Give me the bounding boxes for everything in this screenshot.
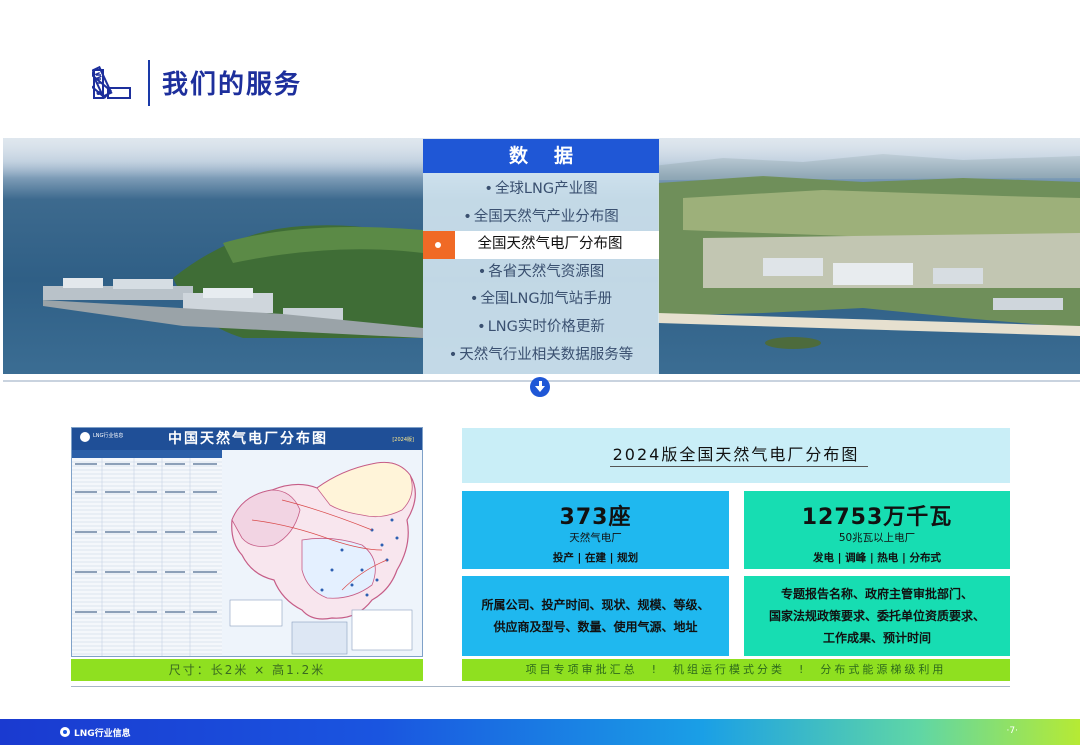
stat-plant-count-label: 天然气电厂 bbox=[569, 532, 622, 544]
lng-logo-icon bbox=[60, 727, 70, 737]
report-attributes-line: 专题报告名称、政府主管审批部门、 bbox=[780, 587, 973, 601]
page-header: 我们的服务 bbox=[0, 0, 1080, 138]
bullet-dot: • bbox=[469, 291, 479, 308]
power-plant-map-thumbnail: 中国天然气电厂分布图 LNG行业信息 [2024版] bbox=[71, 427, 423, 657]
atlas-title: 2024版全国天然气电厂分布图 bbox=[612, 445, 860, 464]
bullet-dot: • bbox=[477, 263, 487, 280]
data-services-panel: 数据 • 全球LNG产业图 • 全国天然气产业分布图 全国天然气电厂分布图 • 各省天… bbox=[423, 139, 659, 374]
atlas-title-box: 2024版全国天然气电厂分布图 bbox=[462, 428, 1010, 483]
bullet-dot: • bbox=[463, 208, 472, 225]
plant-attributes-box: 所属公司、投产时间、现状、规模、等级、 供应商及型号、数量、使用气源、地址 bbox=[462, 576, 729, 656]
data-item-global-lng-map[interactable]: • 全球LNG产业图 bbox=[423, 176, 659, 204]
data-item-label: 全球LNG产业图 bbox=[494, 181, 598, 197]
data-item-gas-data-services[interactable]: • 天然气行业相关数据服务等 bbox=[423, 342, 659, 370]
report-attributes-box: 专题报告名称、政府主管审批部门、 国家法规政策要求、委托单位资质要求、 工作成果… bbox=[744, 576, 1010, 656]
map-size-caption: 尺寸：长2米 × 高1.2米 bbox=[71, 659, 423, 681]
data-item-national-gas-industry-map[interactable]: • 全国天然气产业分布图 bbox=[423, 204, 659, 232]
scroll-down-icon[interactable] bbox=[530, 377, 550, 397]
data-item-label: LNG实时价格更新 bbox=[487, 318, 605, 335]
page-title: 我们的服务 bbox=[162, 70, 303, 100]
data-item-gas-power-plant-map[interactable]: 全国天然气电厂分布图 bbox=[423, 231, 659, 259]
china-map-illustration bbox=[222, 450, 422, 656]
map-year-badge: [2024版] bbox=[392, 437, 414, 443]
data-item-lng-station-handbook[interactable]: • 全国LNG加气站手册 bbox=[423, 286, 659, 314]
table-grid-illustration bbox=[72, 450, 222, 656]
page-footer: LNG行业信息 ·7· bbox=[0, 719, 1080, 745]
footer-rule bbox=[71, 686, 1010, 687]
bullet-dot: • bbox=[448, 346, 458, 363]
stat-plant-count-value: 373座 bbox=[559, 505, 632, 530]
data-item-label: 全国LNG加气站手册 bbox=[480, 291, 613, 308]
data-item-label: 天然气行业相关数据服务等 bbox=[459, 346, 634, 363]
china-map-icon bbox=[222, 450, 422, 656]
header-divider bbox=[148, 60, 150, 106]
stat-capacity-value: 12753万千瓦 bbox=[801, 505, 953, 530]
data-item-label: 全国天然气产业分布图 bbox=[473, 208, 619, 225]
plant-attributes-line: 所属公司、投产时间、现状、规模、等级、 bbox=[481, 598, 710, 612]
stat-capacity-label: 50兆瓦以上电厂 bbox=[838, 532, 916, 544]
data-panel-title: 数据 bbox=[423, 139, 659, 173]
stat-plant-count: 373座 天然气电厂 投产 | 在建 | 规划 bbox=[462, 491, 729, 569]
stat-capacity-tags: 发电 | 调峰 | 热电 | 分布式 bbox=[813, 552, 941, 564]
report-attributes-line: 工作成果、预计时间 bbox=[822, 631, 931, 645]
stat-capacity: 12753万千瓦 50兆瓦以上电厂 发电 | 调峰 | 热电 | 分布式 bbox=[744, 491, 1010, 569]
map-card-title: 中国天然气电厂分布图 bbox=[72, 428, 422, 450]
plant-attributes-line: 供应商及型号、数量、使用气源、地址 bbox=[493, 620, 698, 634]
atlas-title-underline bbox=[610, 466, 868, 467]
bullet-dot: • bbox=[484, 181, 493, 197]
lng-logo-icon bbox=[80, 432, 90, 442]
map-logo-text: LNG行业信息 bbox=[93, 433, 124, 439]
data-item-lng-realtime-price[interactable]: • LNG实时价格更新 bbox=[423, 314, 659, 342]
feature-summary-bar: 项目专项审批汇总 ! 机组运行模式分类 ! 分布式能源梯级利用 bbox=[462, 659, 1010, 681]
report-attributes-line: 国家法规政策要求、委托单位资质要求、 bbox=[768, 609, 985, 623]
page-number: ·7· bbox=[1006, 726, 1018, 736]
data-item-label: 各省天然气资源图 bbox=[488, 263, 605, 280]
data-item-provincial-gas-resource-map[interactable]: • 各省天然气资源图 bbox=[423, 259, 659, 287]
stat-plant-count-tags: 投产 | 在建 | 规划 bbox=[552, 552, 639, 564]
selected-indicator-icon bbox=[423, 231, 455, 259]
color-swatch-icon bbox=[81, 62, 132, 102]
data-services-list: • 全球LNG产业图 • 全国天然气产业分布图 全国天然气电厂分布图 • 各省天然气资… bbox=[423, 176, 659, 369]
footer-brand: LNG行业信息 bbox=[74, 729, 131, 739]
map-data-table bbox=[72, 450, 222, 656]
bullet-dot: • bbox=[477, 318, 486, 335]
data-item-label: 全国天然气电厂分布图 bbox=[477, 236, 623, 253]
